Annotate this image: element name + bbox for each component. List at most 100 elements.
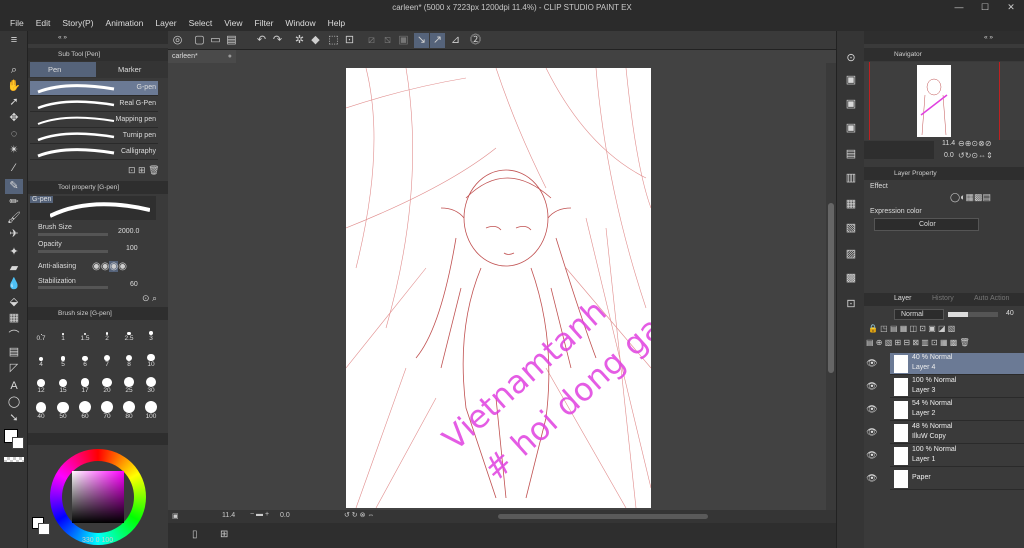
clip-studio-icon[interactable]: ◎ bbox=[170, 33, 185, 48]
brush-real-g-pen[interactable]: Real G-Pen bbox=[30, 97, 158, 112]
brush-size-preset[interactable]: 100 bbox=[140, 401, 162, 420]
menu-file[interactable]: File bbox=[4, 18, 30, 28]
navigator-zoom-buttons-icon[interactable]: ⊖⊕⊙⊗⊘ bbox=[958, 139, 992, 148]
effect-buttons-icon[interactable]: ◯◐▦▩▤ bbox=[950, 192, 991, 203]
gradient-icon[interactable]: ▦ bbox=[5, 311, 23, 326]
brush-size-preset[interactable]: 20 bbox=[96, 375, 118, 394]
clear-icon[interactable]: ✲ bbox=[292, 33, 307, 48]
canvas-vertical-scrollbar[interactable] bbox=[826, 63, 836, 510]
stabilization-value[interactable]: 60 bbox=[130, 281, 138, 288]
menu-layer[interactable]: Layer bbox=[149, 18, 182, 28]
zoom-buttons-icon[interactable]: − ▬ + bbox=[250, 511, 269, 518]
tab-pen[interactable]: Pen bbox=[30, 62, 96, 77]
right-panel-collapse[interactable]: « » bbox=[864, 31, 1024, 44]
brush-size-preset[interactable]: 4 bbox=[30, 349, 52, 368]
material-panel-7-icon[interactable]: ▧ bbox=[842, 221, 860, 236]
brush-size-preset[interactable]: 40 bbox=[30, 401, 52, 420]
brush-size-preset[interactable]: 60 bbox=[74, 401, 96, 420]
brush-size-preset[interactable]: 0.7 bbox=[30, 323, 52, 342]
material-panel-9-icon[interactable]: ▩ bbox=[842, 271, 860, 286]
brush-size-preset[interactable]: 50 bbox=[52, 401, 74, 420]
invert-selection-icon[interactable]: ⧅ bbox=[380, 33, 395, 48]
brush-g-pen[interactable]: G-pen bbox=[30, 81, 158, 96]
eye-icon[interactable]: 👁 bbox=[866, 450, 878, 461]
status-zoom[interactable]: 11.4 bbox=[222, 512, 235, 519]
brush-size-preset[interactable]: 7 bbox=[96, 349, 118, 368]
color-wheel[interactable] bbox=[50, 449, 146, 545]
menu-view[interactable]: View bbox=[218, 18, 248, 28]
frame-icon[interactable]: ▤ bbox=[5, 345, 23, 360]
tab-layer[interactable]: Layer bbox=[894, 295, 912, 302]
show-selection-icon[interactable]: ▣ bbox=[396, 33, 411, 48]
ruler-icon[interactable]: ◸ bbox=[5, 361, 23, 376]
color-saturation-box[interactable] bbox=[72, 471, 124, 523]
navigator-sliders[interactable] bbox=[864, 141, 934, 159]
brush-size-preset[interactable]: 6 bbox=[74, 349, 96, 368]
minimize-icon[interactable]: — bbox=[946, 0, 972, 15]
snap-ruler-icon[interactable]: ↘ bbox=[414, 33, 429, 48]
scale-icon[interactable]: ⊡ bbox=[342, 33, 357, 48]
companion-icon[interactable]: ⓶ bbox=[468, 33, 483, 48]
layer-action-icons[interactable]: ▤ ⊕ ▧ ⊞ ⊟ ⊠ ▥ ⊡ ▦ ▩ 🗑 bbox=[866, 338, 970, 347]
brush-turnip-pen[interactable]: Turnip pen bbox=[30, 129, 158, 144]
layer-opacity-slider[interactable] bbox=[948, 312, 998, 317]
brush-size-preset[interactable]: 2.5 bbox=[118, 323, 140, 342]
quick-access-icon[interactable]: ▯ bbox=[192, 529, 198, 540]
layer-row[interactable]: 👁 40 % Normal Layer 4 bbox=[866, 353, 1024, 375]
maximize-icon[interactable]: ☐ bbox=[972, 0, 998, 15]
material-panel-6-icon[interactable]: ▦ bbox=[842, 197, 860, 212]
layer-row[interactable]: 👁 100 % Normal Layer 1 bbox=[866, 445, 1024, 467]
eye-icon[interactable]: 👁 bbox=[866, 427, 878, 438]
navigator-rotate-buttons-icon[interactable]: ↺↻⊙⇔⇕ bbox=[958, 151, 993, 160]
toolbox-menu-icon[interactable]: ≡ bbox=[5, 33, 23, 48]
material-panel-8-icon[interactable]: ▨ bbox=[842, 247, 860, 262]
vertical-scroll-thumb[interactable] bbox=[828, 203, 834, 373]
brush-size-preset[interactable]: 25 bbox=[118, 375, 140, 394]
menu-animation[interactable]: Animation bbox=[100, 18, 150, 28]
brush-size-preset[interactable]: 5 bbox=[52, 349, 74, 368]
brush-size-preset[interactable]: 12 bbox=[30, 375, 52, 394]
menu-window[interactable]: Window bbox=[279, 18, 321, 28]
layer-row[interactable]: 👁 54 % Normal Layer 2 bbox=[866, 399, 1024, 421]
pencil-tool-icon[interactable]: ✏ bbox=[5, 195, 23, 210]
menu-filter[interactable]: Filter bbox=[249, 18, 280, 28]
brush-size-preset[interactable]: 30 bbox=[140, 375, 162, 394]
menu-story[interactable]: Story(P) bbox=[56, 18, 99, 28]
blend-icon[interactable]: 💧 bbox=[5, 277, 23, 292]
material-icon[interactable]: ⊞ bbox=[220, 529, 228, 540]
rotate-buttons-icon[interactable]: ↺ ↻ ⊗ ⇔ bbox=[344, 511, 374, 519]
save-icon[interactable]: ▤ bbox=[224, 33, 239, 48]
brush-size-preset[interactable]: 8 bbox=[118, 349, 140, 368]
menu-help[interactable]: Help bbox=[322, 18, 351, 28]
eye-icon[interactable]: 👁 bbox=[866, 473, 878, 484]
object-tool-icon[interactable]: ➚ bbox=[5, 95, 23, 110]
status-angle[interactable]: 0.0 bbox=[280, 512, 290, 519]
layer-toolbar-icons[interactable]: 🔒 ◳ ▤ ▦ ◫ ⊡ ▣ ◪ ▧ bbox=[868, 324, 955, 333]
brush-size-preset[interactable]: 15 bbox=[52, 375, 74, 394]
sub-color-swatch[interactable] bbox=[12, 437, 24, 449]
navigator-angle[interactable]: 0.0 bbox=[944, 152, 954, 159]
document-tab[interactable]: carleen* ● bbox=[168, 50, 236, 63]
airbrush-icon[interactable]: ✈ bbox=[5, 227, 23, 242]
brush-size-preset[interactable]: 2 bbox=[96, 323, 118, 342]
brush-tool-icon[interactable]: 🖌 bbox=[5, 211, 23, 226]
brush-size-preset[interactable]: 1 bbox=[52, 323, 74, 342]
canvas-paper[interactable]: Vietnamtanh # hoi dong ga bbox=[346, 68, 651, 508]
transparent-color-swatch[interactable] bbox=[4, 457, 24, 462]
snap-special-ruler-icon[interactable]: ↗ bbox=[430, 33, 445, 48]
balloon-icon[interactable]: ◯ bbox=[5, 395, 23, 410]
navigator-preview[interactable] bbox=[864, 62, 1024, 140]
antialias-options-icon[interactable]: ◉◉◉◉ bbox=[92, 261, 127, 272]
lasso-icon[interactable]: ◌ bbox=[5, 127, 23, 142]
menu-edit[interactable]: Edit bbox=[30, 18, 57, 28]
brush-size-preset[interactable]: 3 bbox=[140, 323, 162, 342]
layer-row[interactable]: 👁 100 % Normal Layer 3 bbox=[866, 376, 1024, 398]
eye-icon[interactable]: 👁 bbox=[866, 381, 878, 392]
opacity-value[interactable]: 100 bbox=[126, 245, 138, 252]
brush-size-preset[interactable]: 1.5 bbox=[74, 323, 96, 342]
eyedropper-icon[interactable]: ⁄ bbox=[5, 161, 23, 176]
color-sub-swatch[interactable] bbox=[38, 523, 50, 535]
fill-tool-icon[interactable]: ⬙ bbox=[5, 295, 23, 310]
tab-marker[interactable]: Marker bbox=[100, 62, 166, 77]
layer-row[interactable]: 👁 48 % Normal IlluW Copy bbox=[866, 422, 1024, 444]
